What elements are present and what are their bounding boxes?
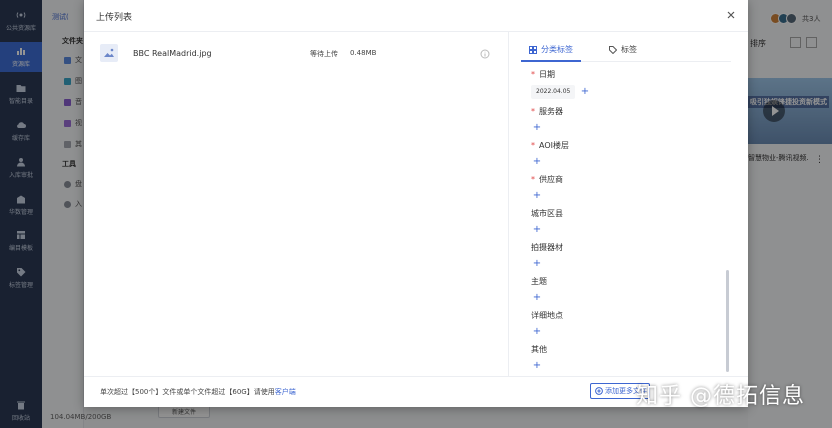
info-icon[interactable] [480,49,490,59]
tag-tabs: 分类标签 标签 [521,40,731,62]
dialog-title: 上传列表 [96,13,133,23]
active-tab-indicator [521,60,581,62]
file-size: 0.48MB [350,49,377,57]
add-other-button[interactable]: + [531,360,543,372]
footer-divider [84,376,748,377]
scrollbar-thumb[interactable] [726,270,729,372]
add-location-button[interactable]: + [531,326,543,338]
watermark: 知乎 @德拓信息 [636,384,805,409]
file-name: BBC RealMadrid.jpg [133,49,212,58]
field-label-supplier: * 供应商 [531,175,563,184]
upload-limit-note: 单次超过【500个】文件或单个文件超过【60G】请使用客户端 [100,388,296,396]
close-icon[interactable] [725,9,737,21]
header-divider [84,31,748,32]
required-mark: * [531,107,535,116]
image-file-icon [100,44,118,62]
tab-label: 标签 [621,45,637,54]
upload-file-row[interactable]: BBC RealMadrid.jpg 等待上传 0.48MB [98,42,498,66]
field-label-aoi-floor: * AOI楼层 [531,141,569,150]
add-equipment-button[interactable]: + [531,258,543,270]
date-chip[interactable]: 2022.04.05 [531,85,576,99]
field-label-date: * 日期 [531,70,555,79]
field-label-other: 其他 [531,345,547,354]
add-district-button[interactable]: + [531,224,543,236]
add-supplier-button[interactable]: + [531,190,543,202]
field-label-district: 城市区县 [531,209,563,218]
field-label-equipment: 拍摄器材 [531,243,563,252]
required-mark: * [531,141,535,150]
file-status: 等待上传 [310,50,338,58]
plus-circle-icon [595,387,603,395]
required-mark: * [531,175,535,184]
required-mark: * [531,70,535,79]
field-label-server: * 服务器 [531,107,563,116]
field-label-theme: 主题 [531,277,547,286]
add-date-button[interactable]: + [579,86,591,98]
field-label-location: 详细地点 [531,311,563,320]
tag-icon [609,45,617,54]
panel-divider [508,32,509,376]
tab-classify[interactable]: 分类标签 [529,44,573,55]
tab-label: 分类标签 [541,45,573,54]
add-server-button[interactable]: + [531,122,543,134]
tab-tags[interactable]: 标签 [609,44,637,55]
upload-list-dialog: 上传列表 BBC RealMadrid.jpg 等待上传 0.48MB 分类标签… [84,0,748,407]
add-aoi-floor-button[interactable]: + [531,156,543,168]
grid-icon [529,45,537,54]
add-theme-button[interactable]: + [531,292,543,304]
client-link[interactable]: 客户端 [275,388,296,396]
